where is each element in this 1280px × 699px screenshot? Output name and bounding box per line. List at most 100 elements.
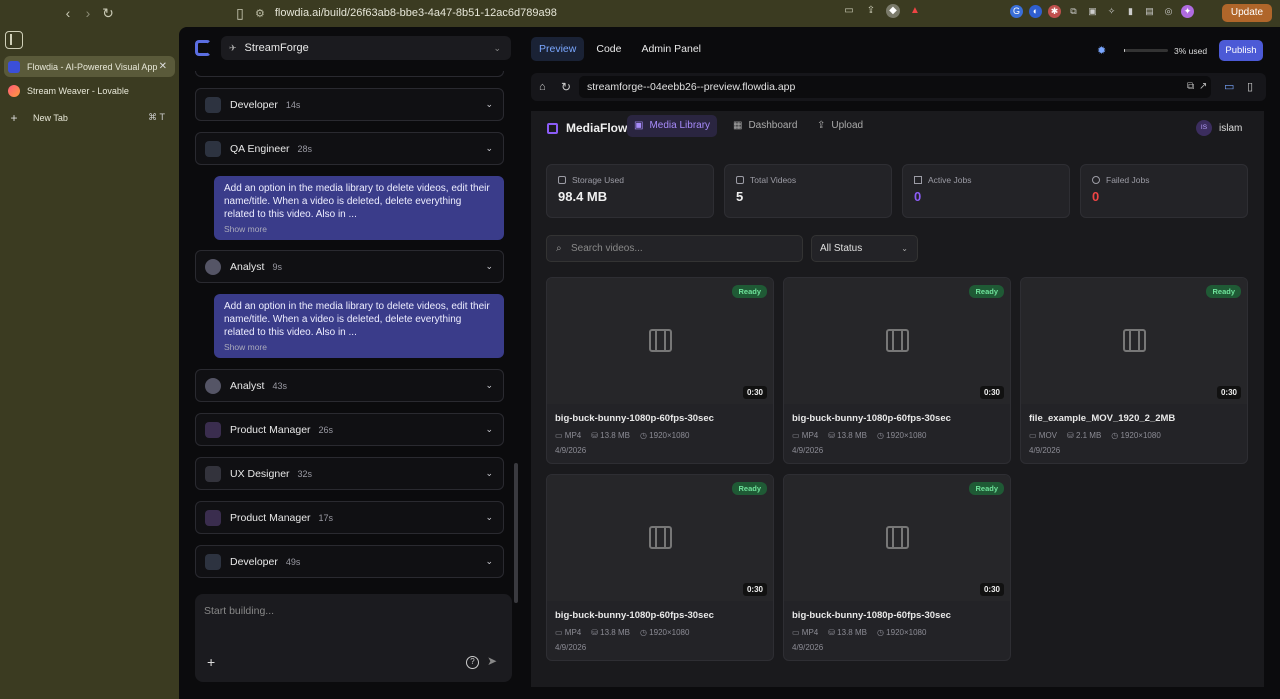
new-tab-button[interactable]: + New Tab ⌘ T <box>4 107 175 128</box>
share-icon[interactable]: ⇪ <box>864 4 878 18</box>
search-input[interactable]: ⌕ Search videos... <box>546 235 803 262</box>
chevron-down-icon[interactable]: ⌄ <box>485 468 493 479</box>
external-link-icon[interactable]: ↗ <box>1199 81 1207 92</box>
resolution-label: ◷ 1920×1080 <box>1111 431 1161 440</box>
extension-icon[interactable]: ▣ <box>1086 5 1099 18</box>
resolution-label: ◷ 1920×1080 <box>876 431 927 440</box>
back-icon[interactable]: ‹ <box>60 5 76 21</box>
chevron-down-icon[interactable]: ⌄ <box>485 424 493 435</box>
brave-shield-icon[interactable]: ◆ <box>886 4 900 18</box>
update-button[interactable]: Update <box>1222 4 1272 22</box>
home-icon[interactable]: ⌂ <box>539 81 546 93</box>
forward-icon[interactable]: › <box>80 5 96 21</box>
agent-card[interactable]: Analyst 43s ⌄ <box>195 369 504 402</box>
flowdia-logo-icon[interactable] <box>195 40 211 56</box>
extension-icon[interactable]: ◐ <box>1029 5 1042 18</box>
sidebar-toggle-icon[interactable] <box>5 31 23 49</box>
composer-placeholder: Start building... <box>204 605 275 617</box>
nav-dashboard[interactable]: ▦ Dashboard <box>726 115 804 137</box>
agent-card[interactable]: Product Manager 17s ⌄ <box>195 501 504 534</box>
mobile-view-icon[interactable]: ▯ <box>1247 80 1253 93</box>
extension-icon[interactable]: ✱ <box>1048 5 1061 18</box>
bookmark-icon[interactable]: ▯ <box>232 5 248 21</box>
stat-active-jobs: Active Jobs 0 <box>902 164 1070 218</box>
close-tab-icon[interactable]: ✕ <box>159 61 167 72</box>
agent-name: Analyst <box>230 260 265 273</box>
chat-scrollbar[interactable] <box>514 463 518 603</box>
video-card[interactable]: Ready 0:30 big-buck-bunny-1080p-60fps-30… <box>546 277 774 464</box>
leo-icon[interactable]: ✦ <box>1181 5 1194 18</box>
size-label: ⛁ 2.1 MB <box>1067 431 1102 440</box>
agent-time: 14s <box>285 99 301 110</box>
brave-rewards-icon[interactable]: ▲ <box>908 4 922 18</box>
agent-card[interactable]: Developer 49s ⌄ <box>195 545 504 578</box>
vpn-icon[interactable]: ◎ <box>1162 5 1175 18</box>
format-label: ▭ MP4 <box>555 628 582 637</box>
theme-sun-icon[interactable]: ✹ <box>1097 44 1106 57</box>
publish-button[interactable]: Publish <box>1219 40 1263 61</box>
desktop-view-icon[interactable]: ▭ <box>1224 80 1234 93</box>
agent-card[interactable]: Product Manager 26s ⌄ <box>195 413 504 446</box>
chevron-down-icon[interactable]: ⌄ <box>485 261 493 272</box>
show-more-link[interactable]: Show more <box>224 342 494 352</box>
stat-value: 0 <box>1092 189 1100 204</box>
chevron-down-icon: ⌄ <box>901 244 908 253</box>
nav-upload[interactable]: ⇪ Upload <box>810 115 870 137</box>
chevron-down-icon[interactable]: ⌄ <box>485 143 493 154</box>
wallet-icon[interactable]: ▤ <box>1143 5 1156 18</box>
search-placeholder: Search videos... <box>571 243 643 254</box>
url-text: flowdia.ai/build/26f63ab8-bbe3-4a47-8b51… <box>274 7 557 19</box>
project-selector[interactable]: ✈ StreamForge ⌄ <box>221 36 511 60</box>
search-icon: ⌕ <box>556 243 562 254</box>
send-icon[interactable]: ➤ <box>487 654 497 668</box>
agent-card[interactable]: Developer 14s ⌄ <box>195 88 504 121</box>
refresh-icon[interactable]: ↻ <box>561 80 571 94</box>
agent-card[interactable]: Analyst 9s ⌄ <box>195 250 504 283</box>
video-card[interactable]: Ready 0:30 big-buck-bunny-1080p-60fps-30… <box>783 277 1011 464</box>
tab-admin-panel[interactable]: Admin Panel <box>633 37 709 61</box>
stat-label: Total Videos <box>750 175 797 185</box>
nav-label: Upload <box>831 120 864 131</box>
tab-code[interactable]: Code <box>588 37 629 61</box>
url-bar[interactable]: ⚙ flowdia.ai/build/26f63ab8-bbe3-4a47-8b… <box>255 4 935 22</box>
tab-preview[interactable]: Preview <box>531 37 585 61</box>
video-card[interactable]: Ready 0:30 big-buck-bunny-1080p-60fps-30… <box>546 474 774 661</box>
brand-name: MediaFlow <box>566 121 628 135</box>
video-card[interactable]: Ready 0:30 big-buck-bunny-1080p-60fps-30… <box>783 474 1011 661</box>
duration-badge: 0:30 <box>1216 386 1241 399</box>
status-badge: Ready <box>969 285 1004 298</box>
analyst-avatar-icon <box>205 377 221 394</box>
nav-media-library[interactable]: ▣ Media Library <box>627 115 718 137</box>
copy-icon[interactable]: ⧉ <box>1187 81 1194 92</box>
agent-time: 32s <box>297 468 313 479</box>
agent-card[interactable]: UX Designer 32s ⌄ <box>195 457 504 490</box>
stat-label: Active Jobs <box>928 175 972 185</box>
chevron-down-icon[interactable]: ⌄ <box>485 380 493 391</box>
puzzle-icon[interactable]: ⧉ <box>1067 5 1080 18</box>
preview-url-field[interactable]: streamforge--04eebb26--preview.flowdia.a… <box>579 76 1211 98</box>
agent-time: 26s <box>318 424 334 435</box>
user-menu[interactable]: IS islam <box>1196 120 1242 136</box>
dashboard-icon: ▦ <box>733 120 743 131</box>
tab-flowdia[interactable]: Flowdia - AI-Powered Visual App ✕ <box>4 56 175 77</box>
help-icon[interactable]: ? <box>466 656 479 669</box>
upload-icon <box>914 176 922 184</box>
extension-icon[interactable]: ✧ <box>1105 5 1118 18</box>
status-badge: Ready <box>1206 285 1241 298</box>
chevron-down-icon[interactable]: ⌄ <box>485 556 493 567</box>
reload-icon[interactable]: ↻ <box>100 5 116 21</box>
agent-card[interactable]: QA Engineer 28s ⌄ <box>195 132 504 165</box>
tab-lovable[interactable]: Stream Weaver - Lovable <box>4 80 175 101</box>
extension-icon[interactable]: G <box>1010 5 1023 18</box>
status-filter-select[interactable]: All Status ⌄ <box>811 235 918 262</box>
mediaflow-brand[interactable]: MediaFlow <box>547 121 627 135</box>
show-more-link[interactable]: Show more <box>224 224 494 234</box>
sidebar-icon[interactable]: ▮ <box>1124 5 1137 18</box>
chevron-down-icon[interactable]: ⌄ <box>485 512 493 523</box>
video-card[interactable]: Ready 0:30 file_example_MOV_1920_2_2MB ▭… <box>1020 277 1248 464</box>
chat-composer[interactable]: Start building... + ? ➤ <box>195 594 512 682</box>
chevron-down-icon[interactable]: ⌄ <box>485 99 493 110</box>
install-icon[interactable]: ▭ <box>842 4 856 18</box>
site-settings-icon[interactable]: ⚙ <box>255 7 265 20</box>
add-attachment-icon[interactable]: + <box>207 654 215 670</box>
